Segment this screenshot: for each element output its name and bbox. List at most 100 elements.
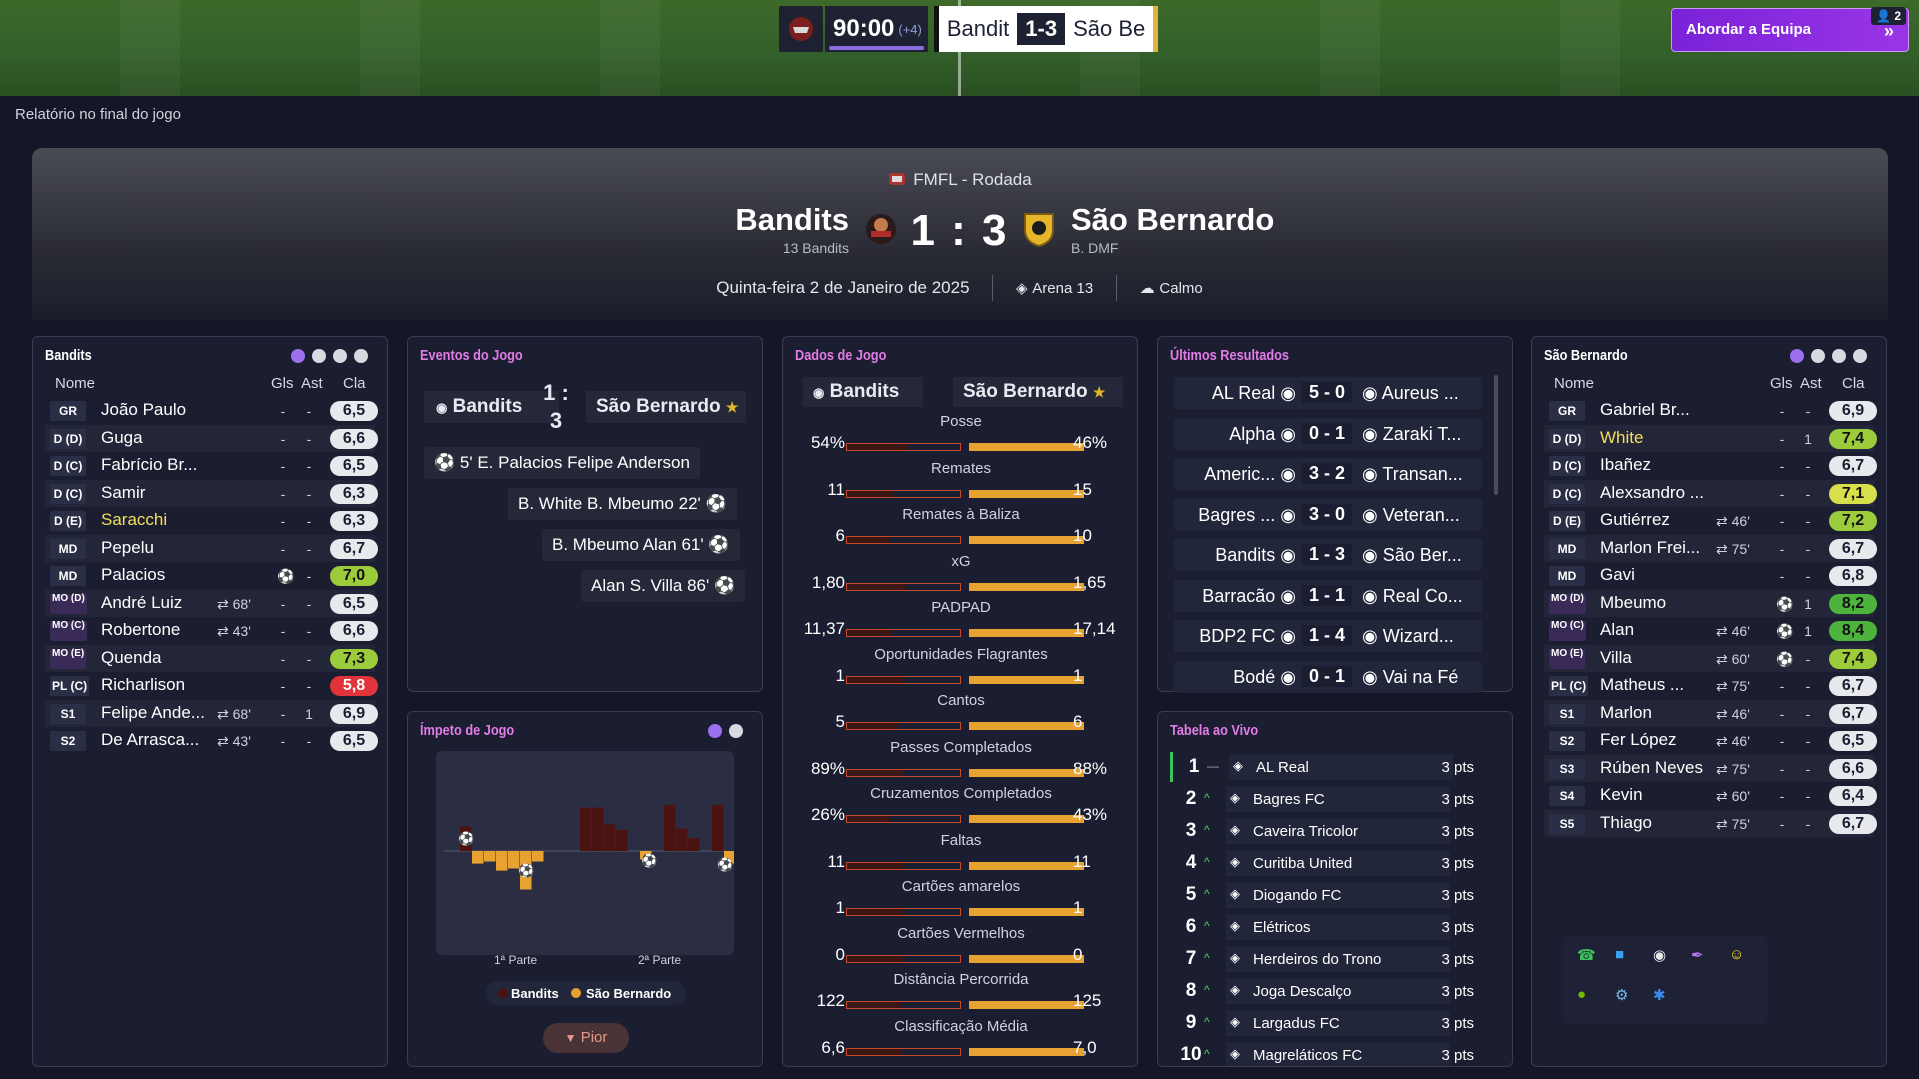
player-name[interactable]: Thiago: [1600, 813, 1720, 833]
event-item[interactable]: ⚽ 5' E. Palacios Felipe Anderson: [424, 447, 700, 479]
table-team-name[interactable]: Largadus FC: [1253, 1015, 1340, 1032]
player-name[interactable]: Pepelu: [101, 538, 221, 558]
player-name[interactable]: Mbeumo: [1600, 593, 1720, 613]
player-row[interactable]: D (D) White - 1 7,4: [1544, 425, 1877, 453]
player-name[interactable]: Richarlison: [101, 675, 221, 695]
pager-dot[interactable]: [333, 349, 347, 363]
player-name[interactable]: Fabrício Br...: [101, 455, 221, 475]
table-team-name[interactable]: Caveira Tricolor: [1253, 823, 1358, 840]
player-name[interactable]: João Paulo: [101, 400, 221, 420]
player-row[interactable]: S2 De Arrasca... ⇄ 43' - - 6,5: [45, 727, 378, 755]
player-row[interactable]: PL (C) Matheus ... ⇄ 75' - - 6,7: [1544, 672, 1877, 700]
player-name[interactable]: Marlon: [1600, 703, 1720, 723]
player-name[interactable]: Kevin: [1600, 785, 1720, 805]
event-item[interactable]: Alan S. Villa 86' ⚽: [581, 570, 746, 602]
player-row[interactable]: D (C) Alexsandro ... - - 7,1: [1544, 480, 1877, 508]
player-name[interactable]: Alan: [1600, 620, 1720, 640]
table-team-name[interactable]: AL Real: [1256, 759, 1309, 776]
table-row[interactable]: 4 ^ ◈ Curitiba United 3 pts: [1170, 848, 1490, 878]
player-row[interactable]: MO (E) Quenda - - 7,3: [45, 645, 378, 673]
table-team-name[interactable]: Diogando FC: [1253, 887, 1341, 904]
pager-dot[interactable]: [729, 724, 743, 738]
bluetooth-icon[interactable]: ✱: [1653, 986, 1666, 1004]
event-item[interactable]: B. White B. Mbeumo 22' ⚽: [508, 488, 737, 520]
pager-dot[interactable]: [291, 349, 305, 363]
player-row[interactable]: S1 Felipe Ande... ⇄ 68' - 1 6,9: [45, 700, 378, 728]
team-talk-button[interactable]: Abordar a Equipa 👤 2 »: [1671, 7, 1909, 52]
player-row[interactable]: D (C) Ibañez - - 6,7: [1544, 452, 1877, 480]
snapchat-icon[interactable]: ☺: [1729, 946, 1744, 963]
messenger-icon[interactable]: ■: [1615, 946, 1624, 963]
table-team-name[interactable]: Magreláticos FC: [1253, 1047, 1362, 1064]
feather-icon[interactable]: ✒: [1691, 946, 1704, 964]
results-scrollbar[interactable]: [1494, 375, 1498, 495]
pager-dot[interactable]: [1832, 349, 1846, 363]
player-row[interactable]: GR João Paulo - - 6,5: [45, 397, 378, 425]
player-name[interactable]: Palacios: [101, 565, 221, 585]
player-row[interactable]: D (E) Saracchi - - 6,3: [45, 507, 378, 535]
table-team-name[interactable]: Bagres FC: [1253, 791, 1325, 808]
table-row[interactable]: 5 ^ ◈ Diogando FC 3 pts: [1170, 880, 1490, 910]
player-name[interactable]: Gabriel Br...: [1600, 400, 1720, 420]
player-name[interactable]: Marlon Frei...: [1600, 538, 1720, 558]
col-assists[interactable]: Ast: [301, 375, 323, 392]
player-name[interactable]: De Arrasca...: [101, 730, 221, 750]
player-row[interactable]: MD Palacios ⚽ - 7,0: [45, 562, 378, 590]
player-name[interactable]: Fer López: [1600, 730, 1720, 750]
player-row[interactable]: MO (C) Alan ⇄ 46' ⚽ 1 8,4: [1544, 617, 1877, 645]
player-row[interactable]: D (C) Fabrício Br... - - 6,5: [45, 452, 378, 480]
panel-pager[interactable]: [1790, 349, 1867, 363]
pager-dot[interactable]: [1853, 349, 1867, 363]
away-team-block[interactable]: São Bernardo B. DMF: [1071, 202, 1274, 256]
pager-dot[interactable]: [354, 349, 368, 363]
table-row[interactable]: 1 — ◈ AL Real 3 pts: [1170, 752, 1490, 782]
panel-pager[interactable]: [291, 349, 368, 363]
table-row[interactable]: 7 ^ ◈ Herdeiros do Trono 3 pts: [1170, 944, 1490, 974]
player-name[interactable]: Gutiérrez: [1600, 510, 1720, 530]
pager-dot[interactable]: [708, 724, 722, 738]
player-name[interactable]: Rúben Neves: [1600, 758, 1720, 778]
player-name[interactable]: Guga: [101, 428, 221, 448]
table-row[interactable]: 3 ^ ◈ Caveira Tricolor 3 pts: [1170, 816, 1490, 846]
player-name[interactable]: Felipe Ande...: [101, 703, 221, 723]
pager-dot[interactable]: [312, 349, 326, 363]
player-row[interactable]: D (E) Gutiérrez ⇄ 46' - - 7,2: [1544, 507, 1877, 535]
table-row[interactable]: 9 ^ ◈ Largadus FC 3 pts: [1170, 1008, 1490, 1038]
player-name[interactable]: White: [1600, 428, 1720, 448]
table-team-name[interactable]: Herdeiros do Trono: [1253, 951, 1381, 968]
result-row[interactable]: Bagres ... ◉ 3 - 0 ◉ Veteran...: [1174, 498, 1482, 531]
player-row[interactable]: S1 Marlon ⇄ 46' - - 6,7: [1544, 700, 1877, 728]
worse-button[interactable]: ▼ Pior: [543, 1023, 629, 1053]
event-item[interactable]: B. Mbeumo Alan 61' ⚽: [542, 529, 740, 561]
player-row[interactable]: MO (D) Mbeumo ⚽ 1 8,2: [1544, 590, 1877, 618]
result-row[interactable]: Barracão ◉ 1 - 1 ◉ Real Co...: [1174, 579, 1482, 612]
col-name[interactable]: Nome: [55, 375, 95, 392]
result-row[interactable]: Bandits ◉ 1 - 3 ◉ São Ber...: [1174, 539, 1482, 571]
table-team-name[interactable]: Curitiba United: [1253, 855, 1352, 872]
player-name[interactable]: Saracchi: [101, 510, 221, 530]
result-row[interactable]: BDP2 FC ◉ 1 - 4 ◉ Wizard...: [1174, 620, 1482, 652]
pager-dot[interactable]: [1811, 349, 1825, 363]
col-assists[interactable]: Ast: [1800, 375, 1822, 392]
result-row[interactable]: Americ... ◉ 3 - 2 ◉ Transan...: [1174, 458, 1482, 490]
player-row[interactable]: MO (C) Robertone ⇄ 43' - - 6,6: [45, 617, 378, 645]
table-row[interactable]: 10 ^ ◈ Magreláticos FC 3 pts: [1170, 1040, 1490, 1066]
player-name[interactable]: Quenda: [101, 648, 221, 668]
col-goals[interactable]: Gls: [271, 375, 294, 392]
table-team-name[interactable]: Joga Descalço: [1253, 983, 1351, 1000]
result-row[interactable]: Alpha ◉ 0 - 1 ◉ Zaraki T...: [1174, 417, 1482, 450]
player-row[interactable]: PL (C) Richarlison - - 5,8: [45, 672, 378, 700]
player-row[interactable]: S2 Fer López ⇄ 46' - - 6,5: [1544, 727, 1877, 755]
player-row[interactable]: S4 Kevin ⇄ 60' - - 6,4: [1544, 782, 1877, 810]
table-row[interactable]: 8 ^ ◈ Joga Descalço 3 pts: [1170, 976, 1490, 1006]
player-row[interactable]: D (C) Samir - - 6,3: [45, 480, 378, 508]
table-team-name[interactable]: Elétricos: [1253, 919, 1311, 936]
player-row[interactable]: MO (E) Villa ⇄ 60' ⚽ - 7,4: [1544, 645, 1877, 673]
col-rating[interactable]: Cla: [1842, 375, 1865, 392]
player-row[interactable]: MD Pepelu - - 6,7: [45, 535, 378, 563]
table-row[interactable]: 6 ^ ◈ Elétricos 3 pts: [1170, 912, 1490, 942]
player-name[interactable]: Ibañez: [1600, 455, 1720, 475]
player-row[interactable]: D (D) Guga - - 6,6: [45, 425, 378, 453]
momentum-pager[interactable]: [708, 724, 743, 738]
player-row[interactable]: S3 Rúben Neves ⇄ 75' - - 6,6: [1544, 755, 1877, 783]
